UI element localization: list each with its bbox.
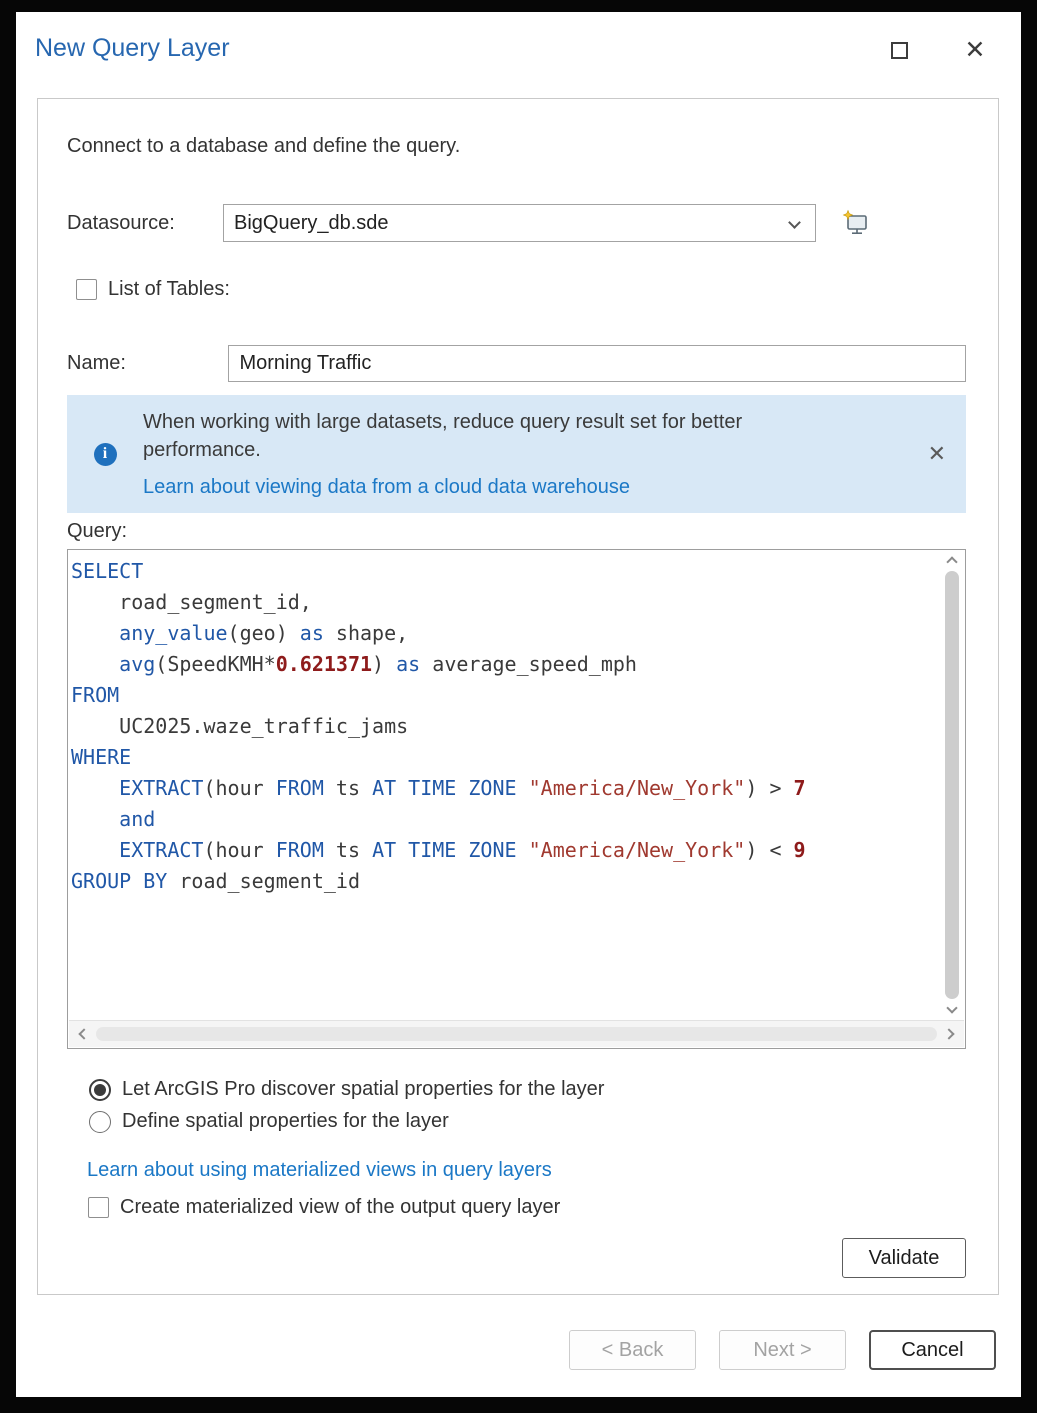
datasource-row: Datasource: BigQuery_db.sde xyxy=(67,204,966,242)
name-row: Name: xyxy=(67,345,966,382)
back-button[interactable]: < Back xyxy=(569,1330,696,1370)
next-button[interactable]: Next > xyxy=(719,1330,846,1370)
spatial-properties-options: Let ArcGIS Pro discover spatial properti… xyxy=(89,1078,966,1133)
chevron-right-icon[interactable] xyxy=(943,1028,954,1039)
code-line: UC2025.waze_traffic_jams xyxy=(71,711,937,742)
radio-row-define: Define spatial properties for the layer xyxy=(89,1110,966,1133)
code-line: SELECT xyxy=(71,556,937,587)
code-line: EXTRACT(hour FROM ts AT TIME ZONE "Ameri… xyxy=(71,773,937,804)
radio-define-label: Define spatial properties for the layer xyxy=(122,1110,449,1133)
query-code: SELECT road_segment_id, any_value(geo) a… xyxy=(71,556,937,1016)
banner-text: When working with large datasets, reduce… xyxy=(143,395,916,513)
chevron-down-icon xyxy=(788,216,801,229)
chevron-up-icon[interactable] xyxy=(946,556,957,567)
database-connection-icon[interactable] xyxy=(841,208,871,238)
info-banner: i When working with large datasets, redu… xyxy=(67,395,966,513)
banner-message: When working with large datasets, reduce… xyxy=(143,408,843,464)
code-line: WHERE xyxy=(71,742,937,773)
maximize-button[interactable] xyxy=(887,38,911,62)
list-of-tables-label: List of Tables: xyxy=(108,278,230,301)
validate-row: Validate xyxy=(67,1238,966,1278)
materialized-checkbox-row: Create materialized view of the output q… xyxy=(88,1196,966,1219)
radio-discover[interactable] xyxy=(89,1079,111,1101)
query-editor[interactable]: SELECT road_segment_id, any_value(geo) a… xyxy=(67,549,966,1049)
code-line: road_segment_id, xyxy=(71,587,937,618)
code-line: any_value(geo) as shape, xyxy=(71,618,937,649)
code-line: and xyxy=(71,804,937,835)
validate-button[interactable]: Validate xyxy=(842,1238,966,1278)
info-icon-column: i xyxy=(67,395,143,513)
code-line: GROUP BY road_segment_id xyxy=(71,866,937,897)
info-icon: i xyxy=(94,443,117,466)
footer-buttons: < Back Next > Cancel xyxy=(569,1330,996,1370)
datasource-label: Datasource: xyxy=(67,212,223,235)
name-input[interactable] xyxy=(228,345,966,382)
banner-close-icon[interactable]: ✕ xyxy=(928,443,946,465)
code-line: avg(SpeedKMH*0.621371) as average_speed_… xyxy=(71,649,937,680)
list-of-tables-row: List of Tables: xyxy=(76,278,966,301)
titlebar: New Query Layer ✕ xyxy=(16,12,1021,98)
materialized-checkbox[interactable] xyxy=(88,1197,109,1218)
vertical-scrollbar[interactable] xyxy=(942,553,962,1017)
chevron-down-icon[interactable] xyxy=(946,1002,957,1013)
maximize-icon xyxy=(891,42,908,59)
new-query-layer-dialog: New Query Layer ✕ Connect to a database … xyxy=(16,12,1021,1397)
radio-define[interactable] xyxy=(89,1111,111,1133)
close-icon: ✕ xyxy=(965,38,986,63)
banner-learn-link[interactable]: Learn about viewing data from a cloud da… xyxy=(143,476,630,499)
name-label: Name: xyxy=(67,352,228,375)
code-line: EXTRACT(hour FROM ts AT TIME ZONE "Ameri… xyxy=(71,835,937,866)
code-line: FROM xyxy=(71,680,937,711)
radio-discover-label: Let ArcGIS Pro discover spatial properti… xyxy=(122,1078,604,1101)
cancel-button[interactable]: Cancel xyxy=(869,1330,996,1370)
radio-row-discover: Let ArcGIS Pro discover spatial properti… xyxy=(89,1078,966,1101)
materialized-views-link[interactable]: Learn about using materialized views in … xyxy=(87,1159,552,1182)
vertical-scrollbar-thumb[interactable] xyxy=(945,571,959,999)
close-button[interactable]: ✕ xyxy=(963,38,987,62)
intro-text: Connect to a database and define the que… xyxy=(67,135,966,158)
datasource-value: BigQuery_db.sde xyxy=(234,212,389,235)
horizontal-scrollbar-thumb[interactable] xyxy=(96,1027,937,1041)
materialized-checkbox-label: Create materialized view of the output q… xyxy=(120,1196,560,1219)
datasource-dropdown[interactable]: BigQuery_db.sde xyxy=(223,204,816,242)
dialog-body: Connect to a database and define the que… xyxy=(37,98,999,1295)
dialog-title: New Query Layer xyxy=(35,34,230,63)
list-of-tables-checkbox[interactable] xyxy=(76,279,97,300)
query-label: Query: xyxy=(67,520,966,543)
chevron-left-icon[interactable] xyxy=(78,1028,89,1039)
horizontal-scrollbar[interactable] xyxy=(69,1020,964,1047)
window-controls: ✕ xyxy=(887,38,987,62)
